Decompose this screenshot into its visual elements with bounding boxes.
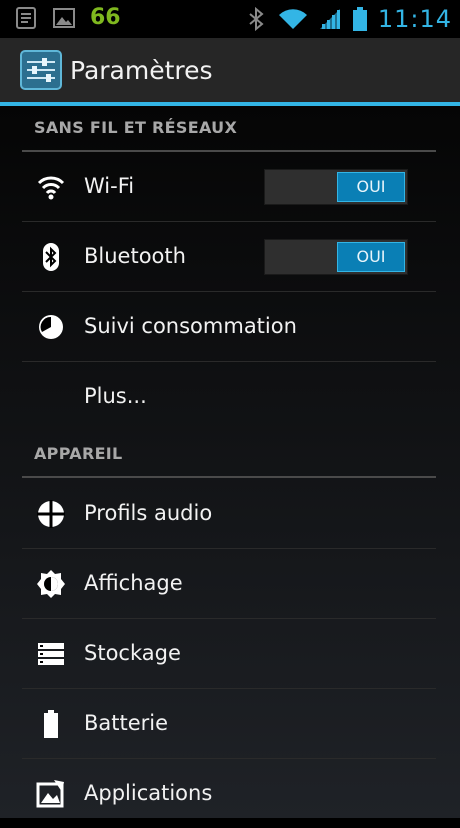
settings-item-label: Wi-Fi xyxy=(84,174,135,198)
wifi-icon xyxy=(37,176,65,200)
storage-icon xyxy=(38,643,64,665)
battery-icon xyxy=(44,710,58,738)
settings-item-label: Plus... xyxy=(84,384,147,408)
settings-item-label: Profils audio xyxy=(84,501,213,525)
bluetooth-toggle-on-label: OUI xyxy=(337,242,405,272)
settings-item-label: Bluetooth xyxy=(84,244,186,268)
settings-item-label: Stockage xyxy=(84,641,181,665)
settings-list: SANS FIL ET RÉSEAUX Wi-Fi OUI Bluetooth … xyxy=(0,106,460,818)
section-header-device: APPAREIL xyxy=(22,432,436,478)
wifi-toggle-on-label: OUI xyxy=(337,172,405,202)
page-title: Paramètres xyxy=(70,56,213,85)
settings-item-wifi[interactable]: Wi-Fi OUI xyxy=(22,152,436,222)
section-header-label: SANS FIL ET RÉSEAUX xyxy=(34,118,238,137)
settings-item-audio-profiles[interactable]: Profils audio xyxy=(22,479,436,549)
settings-item-display[interactable]: Affichage xyxy=(22,549,436,619)
wifi-toggle[interactable]: OUI xyxy=(264,169,408,205)
settings-item-label: Suivi consommation xyxy=(84,314,297,338)
display-brightness-icon xyxy=(37,570,65,598)
audio-profiles-icon xyxy=(37,500,65,528)
settings-item-battery[interactable]: Batterie xyxy=(22,689,436,759)
bluetooth-status-icon xyxy=(249,7,264,31)
settings-item-more[interactable]: Plus... xyxy=(22,362,436,431)
bluetooth-icon xyxy=(43,243,59,271)
signal-status-icon xyxy=(319,9,340,29)
settings-item-data-usage[interactable]: Suivi consommation xyxy=(22,292,436,362)
bluetooth-toggle[interactable]: OUI xyxy=(264,239,408,275)
section-header-wireless: SANS FIL ET RÉSEAUX xyxy=(22,106,436,152)
applications-icon xyxy=(36,780,64,808)
action-bar: Paramètres xyxy=(0,38,460,106)
settings-item-bluetooth[interactable]: Bluetooth OUI xyxy=(22,222,436,292)
section-header-label: APPAREIL xyxy=(34,444,123,463)
wifi-status-icon xyxy=(278,9,307,29)
status-bar: 66 11:14 xyxy=(0,0,460,38)
notification-count-badge: 66 xyxy=(90,5,121,30)
battery-status-icon xyxy=(352,7,367,31)
data-usage-icon xyxy=(39,315,63,339)
status-clock: 11:14 xyxy=(377,5,452,33)
settings-item-label: Affichage xyxy=(84,571,183,595)
image-notification-icon xyxy=(53,8,75,28)
settings-item-storage[interactable]: Stockage xyxy=(22,619,436,689)
settings-app-icon[interactable] xyxy=(20,50,62,90)
settings-item-label: Batterie xyxy=(84,711,169,735)
notes-notification-icon xyxy=(16,7,36,29)
settings-item-label: Applications xyxy=(84,781,213,805)
